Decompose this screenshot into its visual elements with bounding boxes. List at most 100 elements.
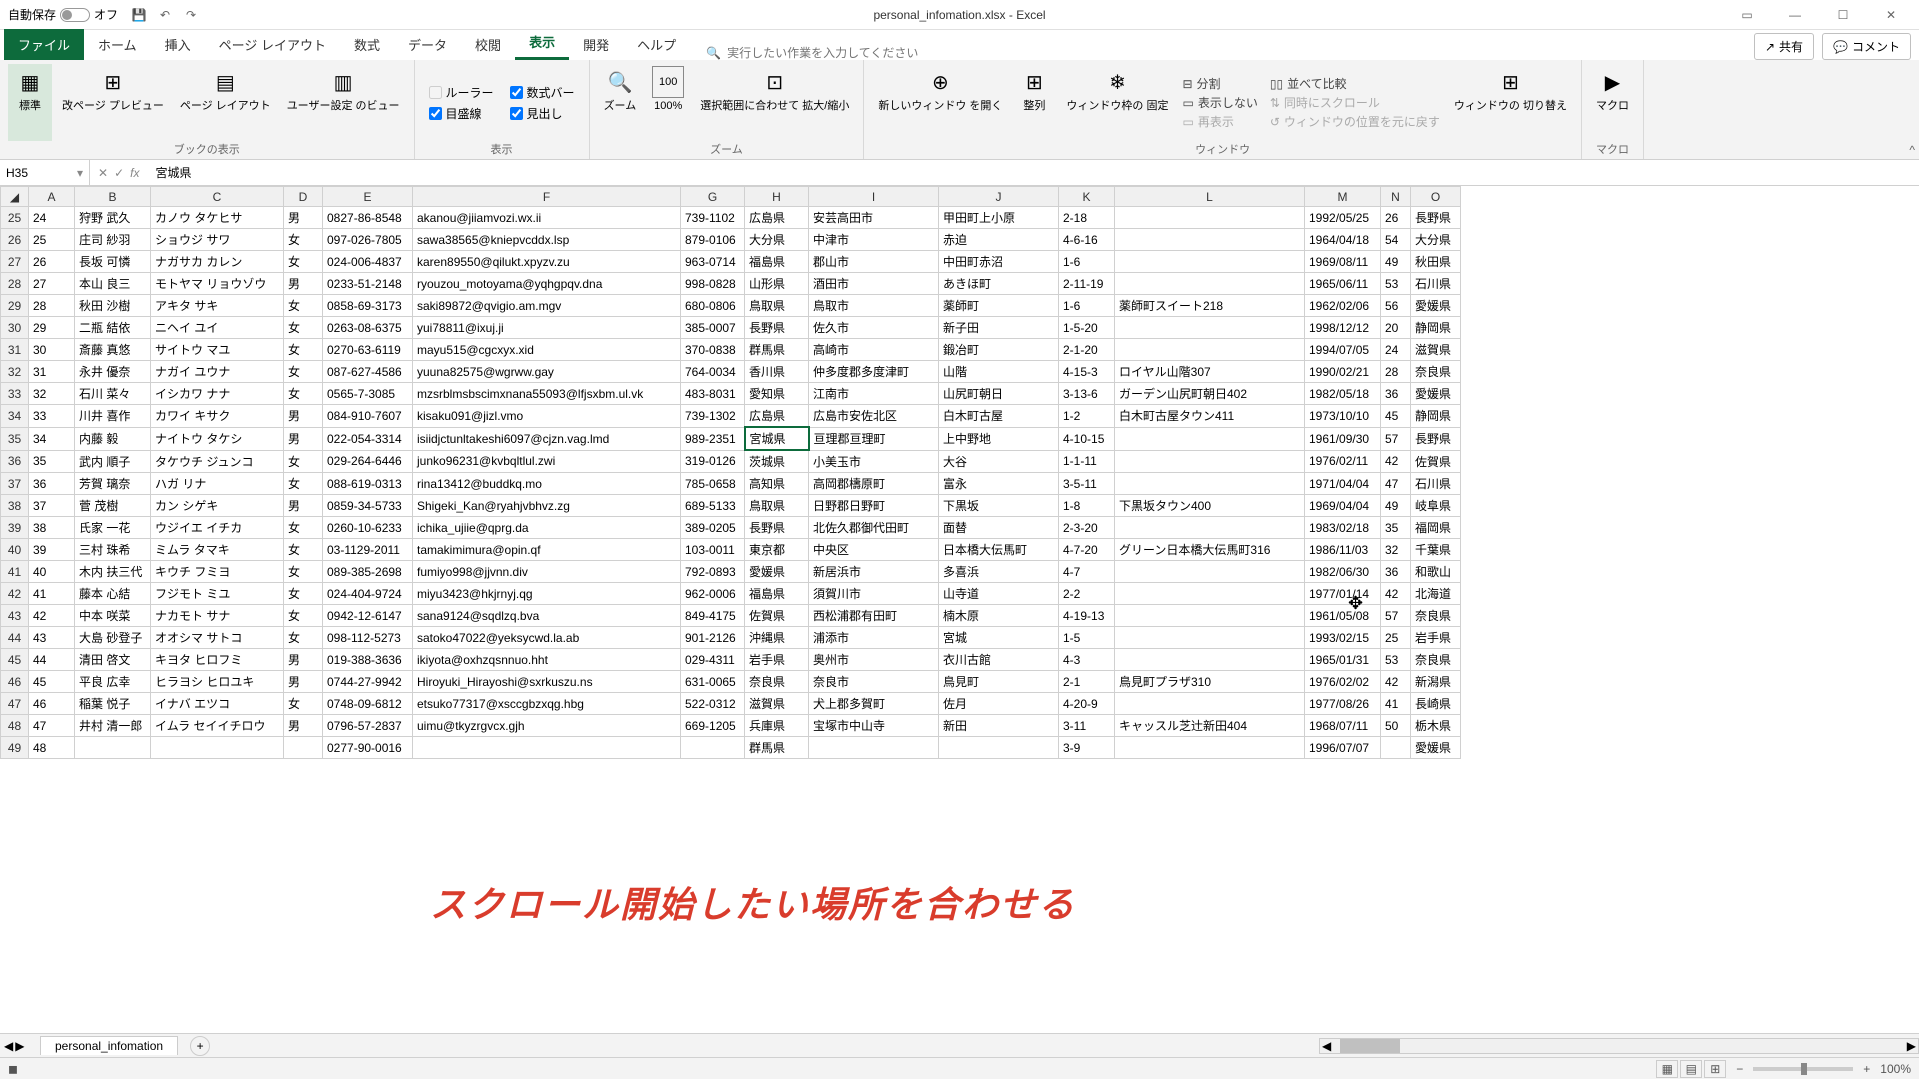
col-header-H[interactable]: H — [745, 187, 809, 207]
cell[interactable]: 483-8031 — [681, 383, 745, 405]
cell[interactable]: ガーデン山尻町朝日402 — [1115, 383, 1305, 405]
zoom-out-icon[interactable]: − — [1736, 1062, 1743, 1076]
cell[interactable]: 1969/08/11 — [1305, 251, 1381, 273]
tab-view[interactable]: 表示 — [515, 26, 569, 60]
cell[interactable] — [1115, 473, 1305, 495]
cell[interactable]: 奈良県 — [1411, 605, 1461, 627]
cell[interactable]: 962-0006 — [681, 583, 745, 605]
sheet-next-icon[interactable]: ▶ — [15, 1039, 24, 1053]
cell[interactable]: isiidjctunltakeshi6097@cjzn.vag.lmd — [413, 427, 681, 450]
zoom-slider[interactable] — [1753, 1067, 1853, 1071]
cell[interactable]: 3-13-6 — [1059, 383, 1115, 405]
minimize-icon[interactable]: — — [1775, 1, 1815, 29]
cell[interactable]: 藤本 心結 — [75, 583, 151, 605]
cell[interactable]: 1-6 — [1059, 251, 1115, 273]
cell[interactable]: 522-0312 — [681, 693, 745, 715]
row-header[interactable]: 32 — [1, 361, 29, 383]
cell[interactable]: 楠木原 — [939, 605, 1059, 627]
cell[interactable]: 24 — [29, 207, 75, 229]
cell[interactable]: 20 — [1381, 317, 1411, 339]
cell[interactable]: 901-2126 — [681, 627, 745, 649]
cell[interactable]: 097-026-7805 — [323, 229, 413, 251]
cell[interactable]: 088-619-0313 — [323, 473, 413, 495]
pagelayout-view-icon[interactable]: ▤ — [1680, 1060, 1702, 1078]
cell[interactable] — [1381, 737, 1411, 759]
cell[interactable]: 36 — [1381, 383, 1411, 405]
redo-icon[interactable]: ↷ — [182, 6, 200, 24]
chevron-down-icon[interactable]: ▾ — [77, 166, 83, 180]
cell[interactable]: 1962/02/06 — [1305, 295, 1381, 317]
collapse-ribbon-icon[interactable]: ^ — [1909, 143, 1915, 157]
cell[interactable]: 男 — [284, 715, 323, 737]
row-header[interactable]: 34 — [1, 405, 29, 428]
pagelayout-button[interactable]: ▤ページ レイアウト — [174, 64, 277, 141]
cell[interactable]: 089-385-2698 — [323, 561, 413, 583]
col-header-L[interactable]: L — [1115, 187, 1305, 207]
cell[interactable]: 内藤 毅 — [75, 427, 151, 450]
zoom-level[interactable]: 100% — [1880, 1062, 1911, 1076]
pagebreak-view-icon[interactable]: ⊞ — [1704, 1060, 1726, 1078]
cell[interactable]: 斎藤 真悠 — [75, 339, 151, 361]
cell[interactable]: 薬師町スイート218 — [1115, 295, 1305, 317]
newwindow-button[interactable]: ⊕新しいウィンドウ を開く — [872, 64, 1008, 141]
cell[interactable]: 静岡県 — [1411, 405, 1461, 428]
cell[interactable]: 4-7-20 — [1059, 539, 1115, 561]
cell[interactable]: 佐賀県 — [745, 605, 809, 627]
cell[interactable]: 4-20-9 — [1059, 693, 1115, 715]
select-all-corner[interactable]: ◢ — [1, 187, 29, 207]
cell[interactable]: 0744-27-9942 — [323, 671, 413, 693]
cell[interactable]: イムラ セイイチロウ — [151, 715, 284, 737]
cell[interactable]: ウジイエ イチカ — [151, 517, 284, 539]
cell[interactable]: 群馬県 — [745, 737, 809, 759]
cell[interactable]: 1-1-11 — [1059, 450, 1115, 473]
cell[interactable]: 大島 砂登子 — [75, 627, 151, 649]
cell[interactable]: 03-1129-2011 — [323, 539, 413, 561]
cell[interactable]: 42 — [1381, 583, 1411, 605]
cell[interactable]: 0859-34-5733 — [323, 495, 413, 517]
row-header[interactable]: 31 — [1, 339, 29, 361]
cell[interactable]: 川井 喜作 — [75, 405, 151, 428]
cell[interactable]: 0748-09-6812 — [323, 693, 413, 715]
cell[interactable]: 47 — [1381, 473, 1411, 495]
cell[interactable]: junko96231@kvbqltlul.zwi — [413, 450, 681, 473]
cell[interactable]: 32 — [29, 383, 75, 405]
cell[interactable]: 山寺道 — [939, 583, 1059, 605]
cell[interactable]: 須賀川市 — [809, 583, 939, 605]
cell[interactable]: 25 — [29, 229, 75, 251]
cell[interactable]: 1996/07/07 — [1305, 737, 1381, 759]
row-header[interactable]: 35 — [1, 427, 29, 450]
cell[interactable]: グリーン日本橋大伝馬町316 — [1115, 539, 1305, 561]
cell[interactable] — [1115, 627, 1305, 649]
tab-home[interactable]: ホーム — [84, 29, 151, 60]
scroll-left-icon[interactable]: ◀ — [1322, 1039, 1331, 1053]
cell[interactable]: 24 — [1381, 339, 1411, 361]
cell[interactable]: 1-6 — [1059, 295, 1115, 317]
cell[interactable]: 57 — [1381, 427, 1411, 450]
cell[interactable] — [1115, 649, 1305, 671]
cell[interactable]: 面替 — [939, 517, 1059, 539]
cell[interactable]: 清田 啓文 — [75, 649, 151, 671]
cell[interactable]: 1976/02/02 — [1305, 671, 1381, 693]
cell[interactable]: 2-11-19 — [1059, 273, 1115, 295]
cell[interactable]: カノウ タケヒサ — [151, 207, 284, 229]
cell[interactable]: 4-15-3 — [1059, 361, 1115, 383]
name-box[interactable]: ▾ — [0, 160, 90, 185]
cell[interactable]: 4-3 — [1059, 649, 1115, 671]
cell[interactable]: etsuko77317@xsccgbzxqg.hbg — [413, 693, 681, 715]
cell[interactable]: 栃木県 — [1411, 715, 1461, 737]
cell[interactable]: 鳥見町 — [939, 671, 1059, 693]
cell[interactable]: tamakimimura@opin.qf — [413, 539, 681, 561]
cell[interactable]: 富永 — [939, 473, 1059, 495]
cell[interactable]: 3-9 — [1059, 737, 1115, 759]
sheet-prev-icon[interactable]: ◀ — [4, 1039, 13, 1053]
cell[interactable]: 0858-69-3173 — [323, 295, 413, 317]
cell[interactable] — [1115, 229, 1305, 251]
cell[interactable]: モトヤマ リョウゾウ — [151, 273, 284, 295]
cell[interactable] — [1115, 339, 1305, 361]
cell[interactable] — [1115, 427, 1305, 450]
cell[interactable]: 佐賀県 — [1411, 450, 1461, 473]
cell[interactable]: 1977/08/26 — [1305, 693, 1381, 715]
cell[interactable]: 28 — [29, 295, 75, 317]
cell[interactable]: 1990/02/21 — [1305, 361, 1381, 383]
cell[interactable]: 中本 咲菜 — [75, 605, 151, 627]
